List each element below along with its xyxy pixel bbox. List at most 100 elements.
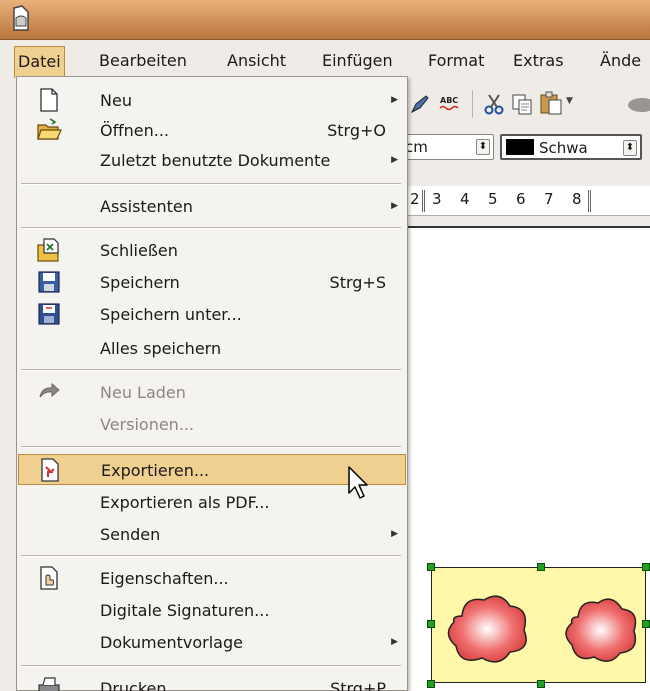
paste-dropdown-arrow-icon[interactable]: ▼: [566, 96, 573, 106]
menu-datei[interactable]: Datei: [14, 46, 65, 78]
menu-item-label: Exportieren als PDF...: [100, 493, 270, 512]
menu-item-speichern[interactable]: Speichern Strg+S: [18, 267, 406, 298]
menu-item-assistenten[interactable]: Assistenten ▶: [18, 191, 406, 222]
menu-item-alles-speichern[interactable]: Alles speichern: [18, 333, 406, 364]
copy-icon[interactable]: [510, 92, 534, 116]
menu-item-versionen: Versionen...: [18, 409, 406, 440]
unit-spinfield[interactable]: cm ⬍: [400, 134, 494, 160]
open-folder-icon: [37, 118, 62, 140]
submenu-arrow-icon: ▶: [391, 529, 398, 539]
properties-icon: [40, 566, 58, 590]
menu-item-label: Dokumentvorlage: [100, 633, 243, 652]
menu-item-eigenschaften[interactable]: Eigenschaften...: [18, 563, 406, 594]
menu-item-speichern-unter[interactable]: Speichern unter...: [18, 299, 406, 330]
menu-item-digitale-signaturen[interactable]: Digitale Signaturen...: [18, 595, 406, 626]
export-icon: [41, 458, 59, 482]
menu-separator: [21, 555, 401, 557]
menu-separator: [21, 369, 401, 371]
format-paintbrush-icon[interactable]: [582, 94, 650, 116]
selected-shape[interactable]: [431, 567, 646, 683]
menu-item-label: Zuletzt benutzte Dokumente: [100, 151, 331, 170]
ruler-margin-marker[interactable]: [588, 190, 591, 212]
submenu-arrow-icon: ▶: [391, 201, 398, 211]
menu-item-label: Speichern unter...: [100, 305, 242, 324]
new-document-icon: [40, 88, 58, 112]
reload-icon: [39, 382, 60, 398]
menu-item-label: Eigenschaften...: [100, 569, 229, 588]
resize-handle[interactable]: [427, 680, 435, 688]
menu-item-shortcut: Strg+P: [330, 679, 386, 691]
menu-separator: [21, 227, 401, 229]
menu-item-label: Versionen...: [100, 415, 195, 434]
document-canvas[interactable]: [400, 226, 650, 691]
cloud-shape-right[interactable]: [562, 593, 640, 667]
svg-text:ABC: ABC: [440, 96, 458, 105]
menu-item-schliessen[interactable]: Schließen: [18, 235, 406, 266]
draw-icon[interactable]: [408, 92, 432, 116]
ruler-number: 3: [432, 190, 442, 208]
menu-ansicht[interactable]: Ansicht: [224, 46, 289, 78]
dropdown-arrows-icon[interactable]: ⬍: [623, 140, 637, 156]
menu-item-label: Öffnen...: [100, 121, 169, 140]
menu-einfuegen[interactable]: Einfügen: [319, 46, 396, 78]
menu-item-zuletzt-benutzte-dokumente[interactable]: Zuletzt benutzte Dokumente ▶: [18, 145, 406, 176]
ruler-number: 6: [516, 190, 526, 208]
window-titlebar: [0, 0, 650, 40]
ruler-number: 8: [572, 190, 582, 208]
menu-item-neu[interactable]: Neu ▶: [18, 85, 406, 116]
menu-item-label: Drucken...: [100, 679, 182, 691]
ruler-number: 2: [410, 190, 420, 208]
save-as-disk-icon: [38, 303, 60, 325]
spin-arrows-icon[interactable]: ⬍: [476, 139, 490, 155]
resize-handle[interactable]: [537, 680, 545, 688]
mouse-cursor-icon: [348, 466, 368, 499]
standard-toolbar: ABC ▼: [400, 84, 650, 122]
menu-item-label: Neu Laden: [100, 383, 186, 402]
resize-handle[interactable]: [642, 620, 650, 628]
resize-handle[interactable]: [537, 563, 545, 571]
submenu-arrow-icon: ▶: [391, 637, 398, 647]
menu-extras[interactable]: Extras: [510, 46, 567, 78]
menu-separator: [21, 183, 401, 185]
ruler-number: 4: [460, 190, 470, 208]
menu-separator: [21, 665, 401, 667]
color-swatch: [506, 139, 534, 155]
menu-aendern[interactable]: Ände: [597, 46, 644, 78]
menu-separator: [21, 446, 401, 448]
submenu-arrow-icon: ▶: [391, 155, 398, 165]
menu-item-shortcut: Strg+O: [327, 121, 386, 140]
menu-item-neu-laden: Neu Laden: [18, 377, 406, 408]
paste-icon[interactable]: [538, 90, 564, 116]
menu-item-dokumentvorlage[interactable]: Dokumentvorlage ▶: [18, 627, 406, 658]
ruler-number: 5: [488, 190, 498, 208]
resize-handle[interactable]: [427, 620, 435, 628]
cut-icon[interactable]: [482, 92, 506, 116]
cloud-shape-left[interactable]: [442, 588, 532, 668]
close-document-icon: [37, 238, 59, 262]
app-logo-icon: [13, 5, 29, 31]
printer-icon: [38, 677, 60, 691]
menu-item-label: Exportieren...: [101, 461, 210, 480]
spellcheck-icon[interactable]: ABC: [438, 92, 464, 116]
menu-item-drucken[interactable]: Drucken... Strg+P: [18, 673, 406, 691]
menu-format[interactable]: Format: [425, 46, 487, 78]
file-menu-dropdown: Neu ▶ Öffnen... Strg+O Zuletzt benutzte …: [16, 76, 408, 691]
menu-item-label: Digitale Signaturen...: [100, 601, 270, 620]
menu-item-label: Alles speichern: [100, 339, 222, 358]
submenu-arrow-icon: ▶: [391, 95, 398, 105]
menu-item-label: Neu: [100, 91, 132, 110]
ruler-indent-marker[interactable]: [422, 190, 425, 212]
menu-bearbeiten[interactable]: Bearbeiten: [96, 46, 190, 78]
resize-handle[interactable]: [642, 563, 650, 571]
menu-item-oeffnen[interactable]: Öffnen... Strg+O: [18, 115, 406, 146]
menu-item-senden[interactable]: Senden ▶: [18, 519, 406, 550]
menu-item-label: Schließen: [100, 241, 178, 260]
save-disk-icon: [38, 271, 60, 293]
menu-item-label: Senden: [100, 525, 161, 544]
resize-handle[interactable]: [427, 563, 435, 571]
horizontal-ruler: 2 3 4 5 6 7 8: [400, 186, 650, 216]
color-dropdown[interactable]: Schwa ⬍: [500, 134, 642, 160]
toolbar-separator: [472, 90, 473, 118]
menu-item-label: Speichern: [100, 273, 180, 292]
menu-item-shortcut: Strg+S: [329, 273, 386, 292]
